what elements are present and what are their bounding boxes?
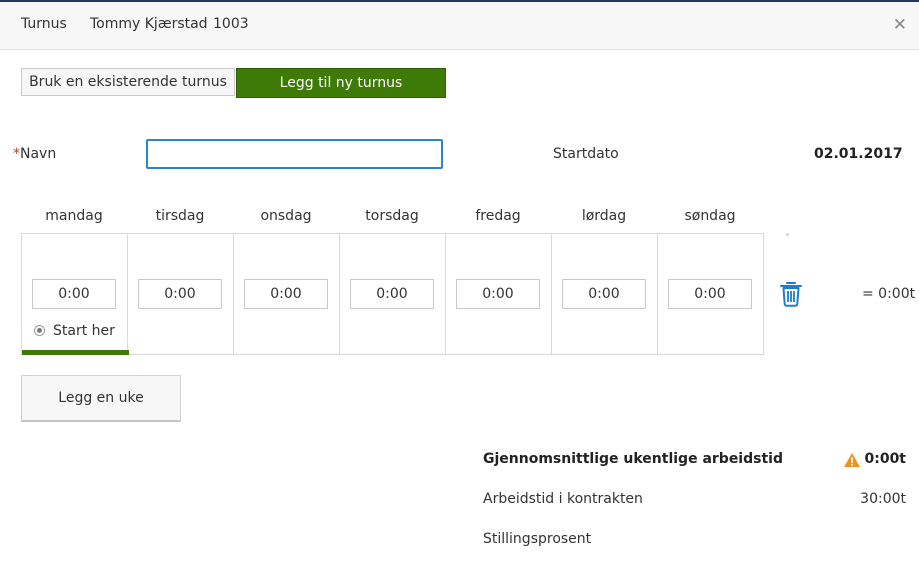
day-cell-fredag — [446, 234, 552, 354]
time-input-mandag[interactable] — [32, 279, 116, 309]
week-total: = 0:00t — [862, 286, 916, 302]
start-date-value: 02.01.2017 — [814, 146, 903, 162]
time-input-tirsdag[interactable] — [138, 279, 222, 309]
contract-hours-label: Arbeidstid i kontrakten — [483, 491, 643, 507]
time-input-torsdag[interactable] — [350, 279, 434, 309]
start-date-label: Startdato — [553, 146, 619, 162]
start-here-radio[interactable] — [34, 325, 45, 336]
day-cell-lordag — [552, 234, 658, 354]
week-grid: Start her — [21, 233, 764, 355]
average-weekly-hours-value: 0:00t — [864, 451, 906, 467]
close-icon[interactable]: ✕ — [893, 15, 907, 35]
add-new-turnus-button[interactable]: Legg til ny turnus — [236, 68, 446, 98]
day-header-sondag: søndag — [684, 208, 736, 224]
day-cell-sondag — [658, 234, 764, 354]
average-weekly-hours-label: Gjennomsnittlige ukentlige arbeidstid — [483, 451, 783, 467]
divider-dot — [786, 233, 789, 236]
day-cell-torsdag — [340, 234, 446, 354]
start-here-label: Start her — [53, 323, 115, 339]
time-input-fredag[interactable] — [456, 279, 540, 309]
employee-id: 1003 — [213, 16, 249, 32]
time-input-lordag[interactable] — [562, 279, 646, 309]
time-input-sondag[interactable] — [668, 279, 752, 309]
day-cell-tirsdag — [128, 234, 234, 354]
position-percentage-label: Stillingsprosent — [483, 531, 592, 547]
day-header-onsdag: onsdag — [260, 208, 312, 224]
day-header-lordag: lørdag — [581, 208, 627, 224]
day-cell-onsdag — [234, 234, 340, 354]
employee-name: Tommy Kjærstad — [90, 16, 208, 32]
day-header-torsdag: torsdag — [365, 208, 419, 224]
time-input-onsdag[interactable] — [244, 279, 328, 309]
day-header-tirsdag: tirsdag — [155, 208, 205, 224]
trash-icon[interactable] — [779, 281, 803, 307]
use-existing-turnus-button[interactable]: Bruk en eksisterende turnus — [21, 68, 235, 96]
required-marker: * — [13, 146, 20, 162]
add-week-button[interactable]: Legg en uke — [21, 375, 181, 422]
name-input[interactable] — [146, 139, 443, 169]
dialog-header: Turnus Tommy Kjærstad 1003 ✕ — [0, 2, 919, 50]
dialog-title: Turnus — [21, 16, 67, 32]
warning-icon — [844, 453, 860, 467]
day-header-mandag: mandag — [45, 208, 103, 224]
contract-hours-value: 30:00t — [860, 491, 906, 507]
day-cell-mandag: Start her — [22, 234, 129, 355]
start-here-option[interactable]: Start her — [34, 323, 115, 339]
day-header-fredag: fredag — [475, 208, 521, 224]
start-day-indicator — [22, 350, 129, 355]
name-label: *Navn — [13, 146, 57, 162]
